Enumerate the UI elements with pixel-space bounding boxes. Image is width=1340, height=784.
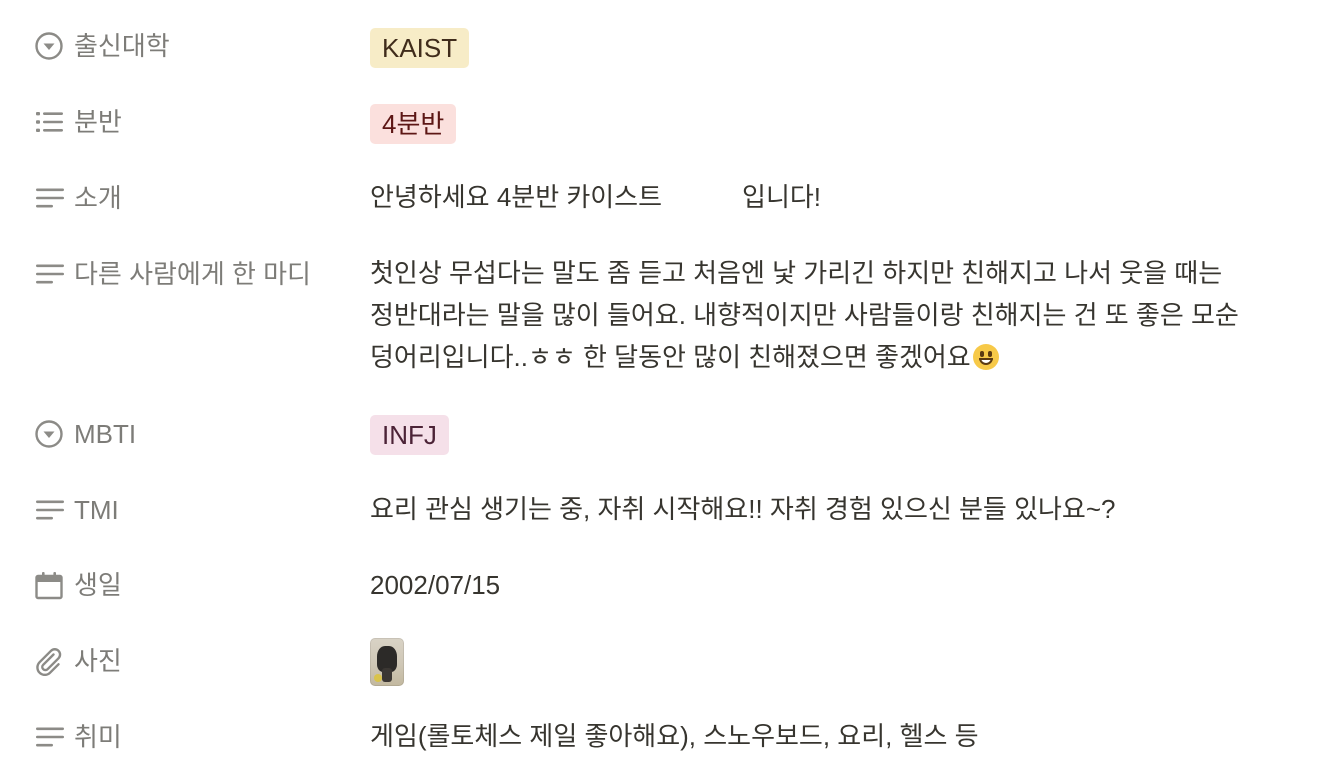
select-tag: INFJ — [370, 415, 449, 455]
property-value-class[interactable]: 4분반 — [370, 103, 457, 145]
text-icon — [34, 495, 64, 525]
property-label: MBTI — [74, 419, 137, 449]
tmi-text: 요리 관심 생기는 중, 자취 시작해요!! 자취 경험 있으신 분들 있나요~… — [370, 494, 1116, 524]
property-value-intro[interactable]: 안녕하세요 4분반 카이스트 입니다! — [370, 176, 821, 218]
page-properties: 출신대학 KAIST 분반 4분반 소개 안녕하세요 4분반 카이스트 입니다!… — [0, 0, 1340, 784]
select-tag: KAIST — [370, 28, 470, 68]
property-label: 출신대학 — [74, 31, 170, 61]
property-label: 소개 — [74, 183, 122, 213]
property-value-birthday[interactable]: 2002/07/15 — [370, 564, 500, 606]
property-value-university[interactable]: KAIST — [370, 27, 470, 69]
grinning-face-emoji-icon — [972, 344, 999, 370]
property-name-mbti[interactable]: MBTI — [34, 416, 136, 452]
birthday-date: 2002/07/15 — [370, 570, 501, 600]
property-name-class[interactable]: 분반 — [34, 104, 122, 140]
property-value-message[interactable]: 첫인상 무섭다는 말도 좀 듣고 처음엔 낯 가리긴 하지만 친해지고 나서 웃… — [370, 252, 1250, 378]
text-icon — [34, 722, 64, 752]
property-value-photo[interactable] — [370, 638, 404, 701]
property-name-intro[interactable]: 소개 — [34, 180, 122, 216]
calendar-icon — [34, 570, 64, 600]
intro-text-part1: 안녕하세요 4분반 카이스트 — [370, 182, 663, 212]
property-name-photo[interactable]: 사진 — [34, 643, 122, 679]
property-name-hobby[interactable]: 취미 — [34, 719, 122, 755]
property-label: 생일 — [74, 570, 122, 600]
intro-text-part2: 입니다! — [742, 182, 822, 212]
text-icon — [34, 259, 64, 289]
hobby-text: 게임(롤토체스 제일 좋아해요), 스노우보드, 요리, 헬스 등 — [370, 721, 979, 751]
select-icon — [34, 419, 64, 449]
property-name-tmi[interactable]: TMI — [34, 492, 119, 528]
property-value-hobby[interactable]: 게임(롤토체스 제일 좋아해요), 스노우보드, 요리, 헬스 등 — [370, 715, 979, 757]
property-name-university[interactable]: 출신대학 — [34, 28, 170, 64]
photo-thumbnail[interactable] — [370, 638, 404, 686]
property-name-message[interactable]: 다른 사람에게 한 마디 — [34, 256, 311, 292]
property-label: 분반 — [74, 107, 122, 137]
property-label: 다른 사람에게 한 마디 — [74, 259, 311, 289]
property-label: TMI — [74, 495, 119, 525]
paperclip-icon — [34, 646, 64, 676]
property-value-mbti[interactable]: INFJ — [370, 414, 449, 456]
message-text: 첫인상 무섭다는 말도 좀 듣고 처음엔 낯 가리긴 하지만 친해지고 나서 웃… — [370, 258, 1239, 372]
multi-select-tag: 4분반 — [370, 104, 457, 144]
select-icon — [34, 31, 64, 61]
property-name-birthday[interactable]: 생일 — [34, 567, 122, 603]
property-label: 취미 — [74, 722, 122, 752]
multi-select-icon — [34, 107, 64, 137]
property-value-tmi[interactable]: 요리 관심 생기는 중, 자취 시작해요!! 자취 경험 있으신 분들 있나요~… — [370, 488, 1115, 530]
property-label: 사진 — [74, 646, 122, 676]
text-icon — [34, 183, 64, 213]
